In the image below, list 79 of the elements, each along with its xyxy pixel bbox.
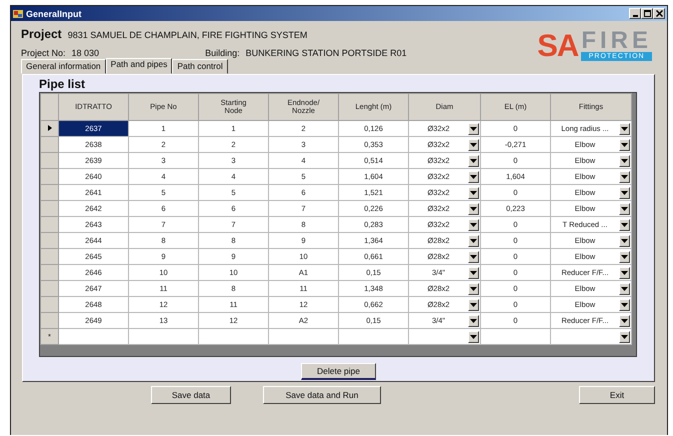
dropdown-button[interactable] xyxy=(468,170,479,182)
dropdown-button[interactable] xyxy=(619,234,630,246)
caret-icon xyxy=(470,334,477,338)
dropdown-button[interactable] xyxy=(619,250,630,262)
caret-icon xyxy=(621,238,628,242)
close-icon xyxy=(656,10,662,17)
maximize-icon xyxy=(644,10,650,17)
action-button[interactable]: Exit xyxy=(579,386,655,404)
app-icon xyxy=(13,8,23,18)
maximize-button[interactable] xyxy=(641,8,653,19)
caret-icon xyxy=(621,318,628,322)
dropdown-button[interactable] xyxy=(468,154,479,166)
caret-icon xyxy=(470,158,477,162)
caret-icon xyxy=(470,222,477,226)
dropdown-button[interactable] xyxy=(619,122,630,134)
caret-icon xyxy=(621,270,628,274)
caret-icon xyxy=(470,318,477,322)
caret-icon xyxy=(621,254,628,258)
caret-icon xyxy=(621,302,628,306)
action-button[interactable]: Save data xyxy=(151,386,231,404)
window-title: GeneralInput xyxy=(26,8,83,18)
dropdown-button[interactable] xyxy=(468,138,479,150)
dropdown-button[interactable] xyxy=(468,266,479,278)
dropdown-button[interactable] xyxy=(619,282,630,294)
caret-icon xyxy=(621,158,628,162)
dropdown-button[interactable] xyxy=(619,170,630,182)
building-name: BUNKERING STATION PORTSIDE R01 xyxy=(246,48,407,58)
project-number: 18 030 xyxy=(72,48,100,58)
caret-icon xyxy=(621,334,628,338)
dropdown-button[interactable] xyxy=(468,282,479,294)
tab[interactable]: Path control xyxy=(172,59,228,74)
caret-icon xyxy=(470,270,477,274)
caret-icon xyxy=(621,126,628,130)
caret-icon xyxy=(470,238,477,242)
dropdown-button[interactable] xyxy=(468,314,479,326)
dropdown-button[interactable] xyxy=(619,218,630,230)
caret-icon xyxy=(470,142,477,146)
dropdown-button[interactable] xyxy=(468,122,479,134)
caret-icon xyxy=(621,190,628,194)
dropdown-button[interactable] xyxy=(619,330,630,342)
dropdown-button[interactable] xyxy=(468,234,479,246)
dropdown-button[interactable] xyxy=(619,154,630,166)
tab[interactable]: General information xyxy=(21,59,106,74)
caret-icon xyxy=(470,126,477,130)
dropdown-button[interactable] xyxy=(468,330,479,342)
caret-icon xyxy=(470,286,477,290)
logo-text: FIRE xyxy=(581,30,652,52)
dropdown-button[interactable] xyxy=(619,186,630,198)
caret-icon xyxy=(621,206,628,210)
caret-icon xyxy=(470,190,477,194)
caret-icon xyxy=(470,302,477,306)
caret-icon xyxy=(470,174,477,178)
dropdown-button[interactable] xyxy=(468,298,479,310)
dropdown-button[interactable] xyxy=(619,202,630,214)
tab[interactable]: Path and pipes xyxy=(106,58,172,74)
action-button[interactable]: Save data and Run xyxy=(263,386,381,404)
caret-icon xyxy=(470,206,477,210)
caret-icon xyxy=(621,142,628,146)
caret-icon xyxy=(621,174,628,178)
building-label: Building: xyxy=(205,48,240,58)
panel-title: Pipe list xyxy=(39,77,86,91)
dropdown-button[interactable] xyxy=(619,298,630,310)
close-button[interactable] xyxy=(653,8,665,19)
dropdown-button[interactable] xyxy=(468,218,479,230)
dropdown-button[interactable] xyxy=(468,202,479,214)
project-label: Project xyxy=(21,27,62,41)
minimize-button[interactable] xyxy=(629,8,641,19)
dropdown-button[interactable] xyxy=(619,138,630,150)
dropdown-button[interactable] xyxy=(468,250,479,262)
dropdown-button[interactable] xyxy=(619,314,630,326)
project-name: 9831 SAMUEL DE CHAMPLAIN, FIRE FIGHTING SYSTEM xyxy=(68,30,308,40)
logo-text: SA xyxy=(537,31,578,61)
project-number-label: Project No: xyxy=(21,48,66,58)
dropdown-button[interactable] xyxy=(468,186,479,198)
caret-icon xyxy=(621,286,628,290)
caret-icon xyxy=(621,222,628,226)
dropdown-button[interactable] xyxy=(619,266,630,278)
caret-icon xyxy=(470,254,477,258)
delete-button[interactable]: Delete pipe xyxy=(301,363,376,380)
